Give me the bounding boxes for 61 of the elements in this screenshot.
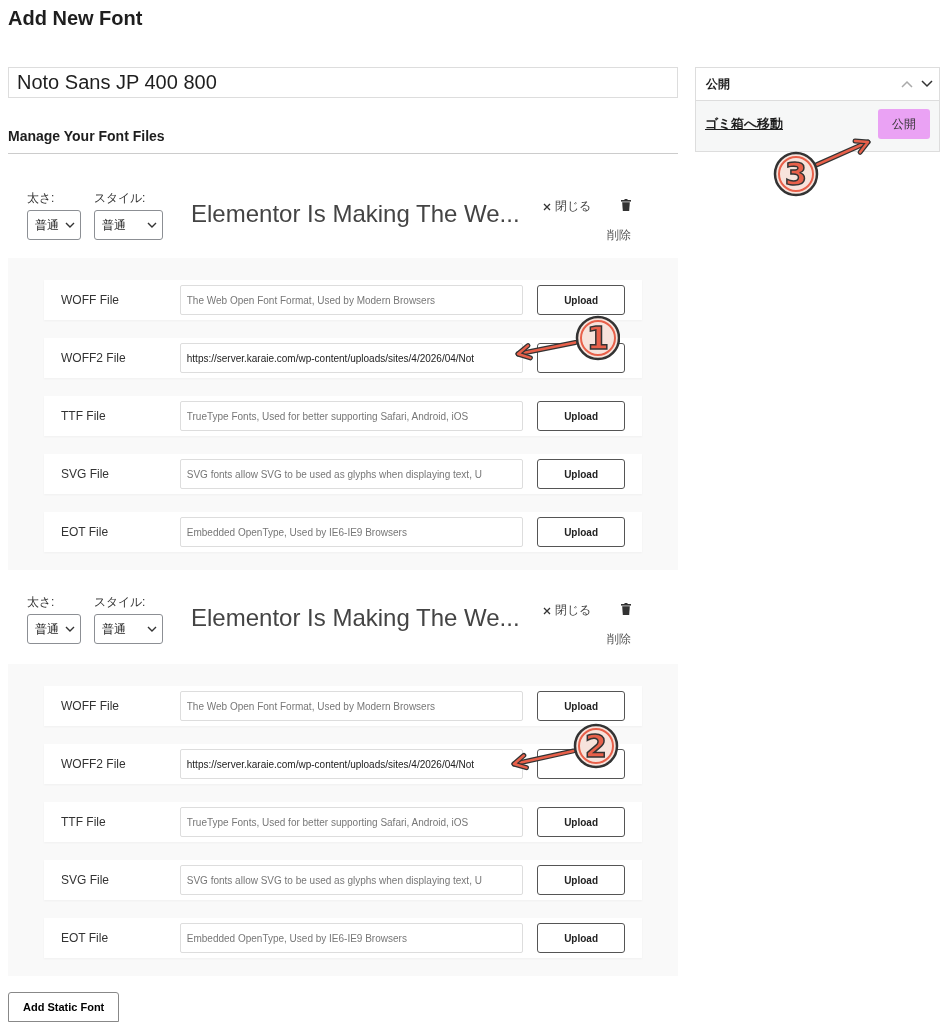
style-label: スタイル: (94, 594, 147, 611)
file-url-field[interactable]: The Web Open Font Format, Used by Modern Browsers (179, 691, 524, 721)
weight-label: 太さ: (27, 594, 56, 611)
upload-button[interactable]: Upload (537, 807, 625, 837)
upload-button[interactable]: Upload (537, 401, 625, 431)
file-url-field[interactable]: TrueType Fonts, Used for better supporting Safari, Android, iOS (179, 807, 524, 837)
publish-button[interactable]: 公開 (878, 109, 930, 139)
style-select[interactable]: 普通 (94, 210, 163, 240)
font-name-field[interactable]: Noto Sans JP 400 800 (8, 67, 678, 98)
font-preview: Elementor Is Making The We... (191, 604, 521, 632)
section-title: Manage Your Font Files (8, 128, 678, 154)
move-to-trash-link[interactable]: ゴミ箱へ移動 (705, 115, 783, 133)
chevron-down-icon (65, 220, 75, 230)
delete-button[interactable]: 削除 (607, 227, 631, 244)
close-icon (543, 606, 551, 615)
upload-button[interactable]: Upload (537, 865, 625, 895)
trash-icon[interactable] (621, 198, 631, 211)
close-button[interactable]: 閉じる (543, 602, 591, 619)
file-label: WOFF2 File (61, 757, 127, 771)
file-label: WOFF File (61, 293, 120, 307)
chevron-down-icon (147, 624, 157, 634)
chevron-down-icon (147, 220, 157, 230)
delete-button[interactable]: 削除 (607, 631, 631, 648)
callout-tooltip: 2 (511, 723, 619, 771)
file-url-field[interactable]: TrueType Fonts, Used for better supporting Safari, Android, iOS (179, 401, 524, 431)
weight-select[interactable]: 普通 (27, 614, 81, 644)
file-label: SVG File (61, 467, 110, 481)
trash-icon[interactable] (621, 602, 631, 615)
file-url-field[interactable]: SVG fonts allow SVG to be used as glyphs when displaying text, U (179, 459, 524, 489)
upload-button[interactable]: Upload (537, 691, 625, 721)
upload-button[interactable]: Upload (537, 459, 625, 489)
chevron-down-icon[interactable] (921, 80, 933, 88)
font-preview: Elementor Is Making The We... (191, 200, 521, 228)
upload-button[interactable]: Upload (537, 517, 625, 547)
file-url-field[interactable]: Embedded OpenType, Used by IE6-IE9 Browsers (179, 923, 524, 953)
file-label: SVG File (61, 873, 110, 887)
file-url-field[interactable]: https://server.karaie.com/wp-content/uploads/sites/4/2026/04/Not (179, 749, 524, 779)
file-url-field[interactable]: The Web Open Font Format, Used by Modern Browsers (179, 285, 524, 315)
file-label: WOFF2 File (61, 351, 127, 365)
file-label: EOT File (61, 931, 110, 945)
style-select[interactable]: 普通 (94, 614, 163, 644)
callout-tooltip: 1 (515, 315, 620, 361)
chevron-down-icon (65, 624, 75, 634)
file-label: EOT File (61, 525, 110, 539)
file-url-field[interactable]: https://server.karaie.com/wp-content/uploads/sites/4/2026/04/Not (179, 343, 524, 373)
weight-label: 太さ: (27, 190, 56, 207)
add-static-font-button[interactable]: Add Static Font (8, 992, 120, 1022)
file-url-field[interactable]: SVG fonts allow SVG to be used as glyphs when displaying text, U (179, 865, 524, 895)
close-button[interactable]: 閉じる (543, 198, 591, 215)
weight-select[interactable]: 普通 (27, 210, 81, 240)
file-label: TTF File (61, 815, 107, 829)
upload-button[interactable]: Upload (537, 285, 625, 315)
file-url-field[interactable]: Embedded OpenType, Used by IE6-IE9 Browsers (179, 517, 524, 547)
file-label: WOFF File (61, 699, 120, 713)
file-label: TTF File (61, 409, 107, 423)
close-icon (543, 202, 551, 211)
page-title: Add New Font (8, 7, 144, 31)
upload-button[interactable]: Upload (537, 923, 625, 953)
callout-tooltip: 3 (773, 138, 871, 197)
panel-title: 公開 (706, 75, 730, 93)
style-label: スタイル: (94, 190, 147, 207)
